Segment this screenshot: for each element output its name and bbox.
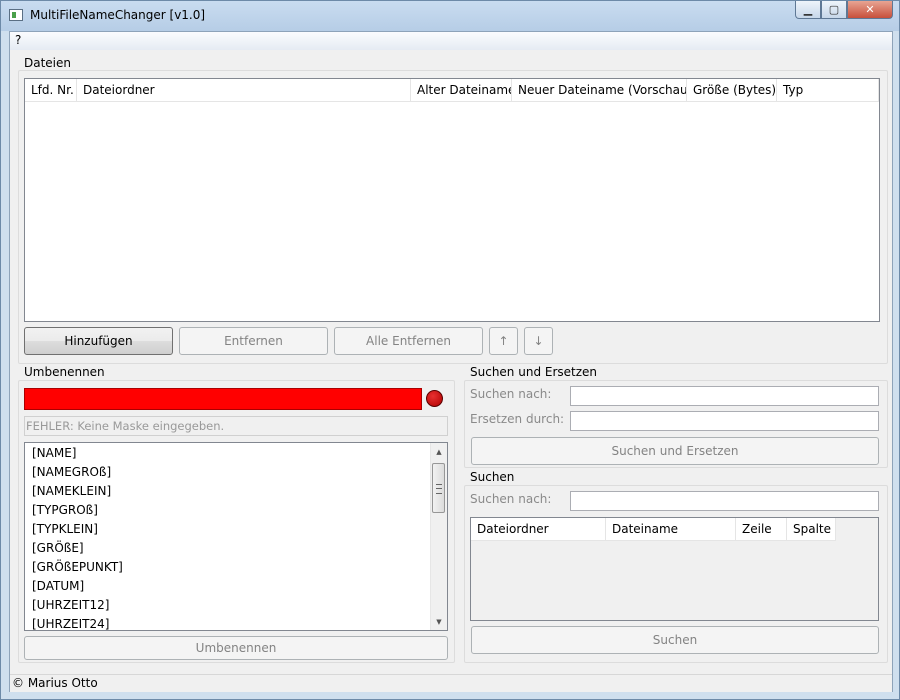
arrow-down-icon: ↓ <box>533 334 544 348</box>
search-for-label: Suchen nach: <box>470 387 552 401</box>
search-button[interactable]: Suchen <box>471 626 879 654</box>
list-item[interactable]: [TYPGROß] <box>25 501 447 520</box>
copyright-text: © Marius Otto <box>12 676 98 690</box>
col-result-dateiname[interactable]: Dateiname <box>606 518 736 540</box>
rename-group-label: Umbenennen <box>24 365 105 379</box>
status-indicator-icon <box>426 390 443 407</box>
list-item[interactable]: [UHRZEIT12] <box>25 596 447 615</box>
search-group-label: Suchen <box>470 470 515 484</box>
list-item[interactable]: [GRÖßEPUNKT] <box>25 558 447 577</box>
minimize-icon: ▁ <box>803 3 813 16</box>
add-button[interactable]: Hinzufügen <box>24 327 173 355</box>
col-alter-dateiname[interactable]: Alter Dateiname <box>411 79 512 101</box>
col-result-dateiordner[interactable]: Dateiordner <box>471 518 606 540</box>
files-group-label: Dateien <box>24 56 72 70</box>
search-only-label: Suchen nach: <box>470 492 552 506</box>
col-groesse[interactable]: Größe (Bytes) <box>687 79 777 101</box>
app-icon <box>9 9 23 21</box>
list-item[interactable]: [TYPKLEIN] <box>25 520 447 539</box>
list-item[interactable]: [GRÖßE] <box>25 539 447 558</box>
maximize-button[interactable]: ▢ <box>821 1 847 19</box>
status-bar: © Marius Otto <box>10 674 892 692</box>
files-table[interactable]: Lfd. Nr. Dateiordner Alter Dateiname Neu… <box>24 78 880 322</box>
search-replace-search-input[interactable] <box>570 386 879 406</box>
tag-list[interactable]: [NAME] [NAMEGROß] [NAMEKLEIN] [TYPGROß] … <box>24 442 448 631</box>
search-replace-group-label: Suchen und Ersetzen <box>470 365 598 379</box>
col-neuer-dateiname[interactable]: Neuer Dateiname (Vorschau) <box>512 79 687 101</box>
list-item[interactable]: [DATUM] <box>25 577 447 596</box>
move-down-button[interactable]: ↓ <box>524 327 553 355</box>
list-item[interactable]: [NAME] <box>25 444 447 463</box>
minimize-button[interactable]: ▁ <box>795 1 821 19</box>
menu-help[interactable]: ? <box>15 33 21 47</box>
col-typ[interactable]: Typ <box>777 79 879 101</box>
col-result-zeile[interactable]: Zeile <box>736 518 787 540</box>
tag-list-items: [NAME] [NAMEGROß] [NAMEKLEIN] [TYPGROß] … <box>25 443 447 630</box>
remove-button[interactable]: Entfernen <box>179 327 328 355</box>
rename-button[interactable]: Umbenennen <box>24 636 448 660</box>
menu-bar: ? <box>10 32 892 50</box>
search-results-header: Dateiordner Dateiname Zeile Spalte <box>471 518 836 541</box>
window-title: MultiFileNameChanger [v1.0] <box>30 8 206 22</box>
window-controls: ▁ ▢ ✕ <box>795 1 893 21</box>
tag-list-scrollbar[interactable]: ▲ ▼ <box>430 443 447 630</box>
search-replace-button[interactable]: Suchen und Ersetzen <box>471 437 879 465</box>
list-item[interactable]: [UHRZEIT24] <box>25 615 447 630</box>
scroll-down-icon[interactable]: ▼ <box>431 613 447 630</box>
maximize-icon: ▢ <box>828 3 840 16</box>
client-area: ? Dateien Lfd. Nr. Dateiordner Alter Dat… <box>9 31 893 692</box>
arrow-up-icon: ↑ <box>498 334 509 348</box>
list-item[interactable]: [NAMEKLEIN] <box>25 482 447 501</box>
replace-input[interactable] <box>570 411 879 431</box>
close-button[interactable]: ✕ <box>847 1 893 19</box>
remove-all-button[interactable]: Alle Entfernen <box>334 327 483 355</box>
mask-input[interactable] <box>24 388 422 410</box>
search-input[interactable] <box>570 491 879 511</box>
replace-with-label: Ersetzen durch: <box>470 412 565 426</box>
files-table-header: Lfd. Nr. Dateiordner Alter Dateiname Neu… <box>25 79 879 102</box>
col-result-spalte[interactable]: Spalte <box>787 518 836 540</box>
move-up-button[interactable]: ↑ <box>489 327 518 355</box>
col-lfd-nr[interactable]: Lfd. Nr. <box>25 79 77 101</box>
search-results-table[interactable]: Dateiordner Dateiname Zeile Spalte <box>470 517 879 621</box>
scroll-up-icon[interactable]: ▲ <box>431 443 447 460</box>
error-message: FEHLER: Keine Maske eingegeben. <box>24 416 448 436</box>
title-bar[interactable]: MultiFileNameChanger [v1.0] ▁ ▢ ✕ <box>1 1 899 31</box>
list-item[interactable]: [NAMEGROß] <box>25 463 447 482</box>
close-icon: ✕ <box>865 3 875 16</box>
grip-icon <box>436 484 442 494</box>
col-dateiordner[interactable]: Dateiordner <box>77 79 411 101</box>
scroll-thumb[interactable] <box>432 463 445 513</box>
app-window: MultiFileNameChanger [v1.0] ▁ ▢ ✕ ? Date… <box>0 0 900 700</box>
